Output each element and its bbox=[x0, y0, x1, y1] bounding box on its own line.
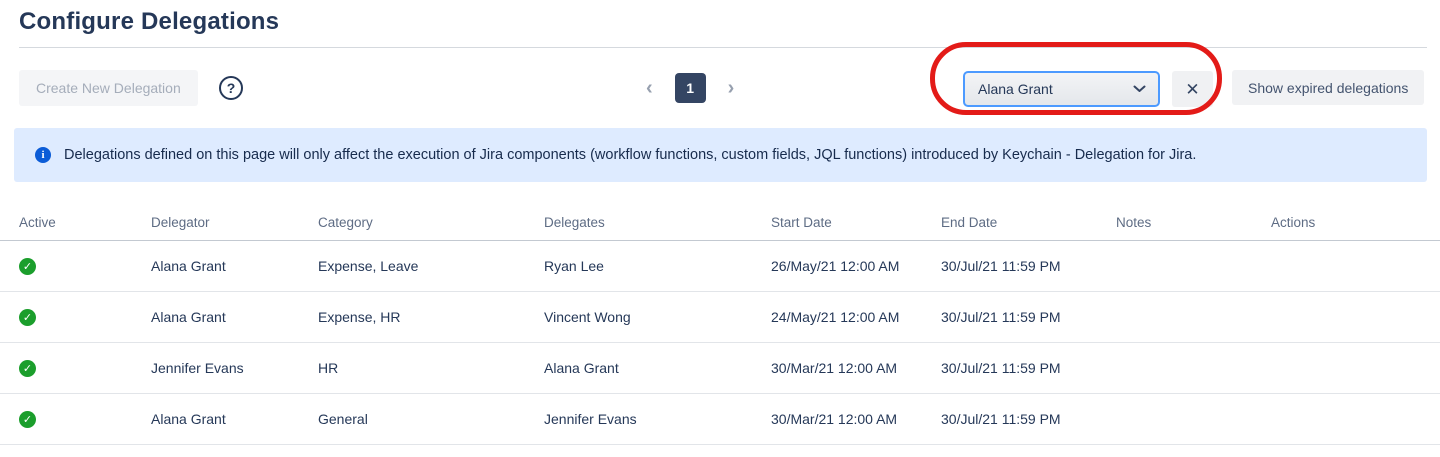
banner-text: Delegations defined on this page will on… bbox=[64, 147, 1196, 163]
delegator-cell: Alana Grant bbox=[151, 241, 318, 292]
table-row: ✓ Alana Grant Expense, HR Vincent Wong 2… bbox=[0, 292, 1440, 343]
help-icon[interactable]: ? bbox=[219, 76, 243, 100]
title-divider bbox=[19, 47, 1427, 48]
end-date-cell: 30/Jul/21 11:59 PM bbox=[941, 292, 1116, 343]
page-title: Configure Delegations bbox=[19, 8, 279, 36]
prev-page-icon[interactable]: ‹ bbox=[640, 78, 659, 98]
start-date-cell: 24/May/21 12:00 AM bbox=[771, 292, 941, 343]
pagination: ‹ 1 › bbox=[640, 70, 740, 106]
end-date-cell: 30/Jul/21 11:59 PM bbox=[941, 343, 1116, 394]
column-header-notes: Notes bbox=[1116, 205, 1271, 241]
table-row: ✓ Jennifer Evans HR Alana Grant 30/Mar/2… bbox=[0, 343, 1440, 394]
delegations-table: Active Delegator Category Delegates Star… bbox=[0, 205, 1440, 445]
column-header-actions: Actions bbox=[1271, 205, 1440, 241]
category-cell: Expense, Leave bbox=[318, 241, 544, 292]
column-header-end-date: End Date bbox=[941, 205, 1116, 241]
close-icon: ✕ bbox=[1185, 81, 1199, 98]
delegator-cell: Alana Grant bbox=[151, 394, 318, 445]
category-cell: General bbox=[318, 394, 544, 445]
column-header-start-date: Start Date bbox=[771, 205, 941, 241]
end-date-cell: 30/Jul/21 11:59 PM bbox=[941, 241, 1116, 292]
delegator-filter-select[interactable]: Alana Grant bbox=[963, 71, 1160, 107]
active-check-icon: ✓ bbox=[19, 360, 36, 377]
current-page-button[interactable]: 1 bbox=[675, 73, 706, 103]
info-icon-glyph: i bbox=[41, 149, 44, 161]
clear-filter-button[interactable]: ✕ bbox=[1172, 71, 1213, 107]
actions-cell bbox=[1271, 343, 1440, 394]
start-date-cell: 30/Mar/21 12:00 AM bbox=[771, 343, 941, 394]
column-header-active: Active bbox=[0, 205, 151, 241]
start-date-cell: 26/May/21 12:00 AM bbox=[771, 241, 941, 292]
delegates-cell: Jennifer Evans bbox=[544, 394, 771, 445]
info-banner: i Delegations defined on this page will … bbox=[14, 128, 1427, 182]
active-check-icon: ✓ bbox=[19, 411, 36, 428]
category-cell: HR bbox=[318, 343, 544, 394]
delegates-cell: Vincent Wong bbox=[544, 292, 771, 343]
create-new-delegation-button[interactable]: Create New Delegation bbox=[19, 70, 198, 106]
column-header-delegates: Delegates bbox=[544, 205, 771, 241]
info-icon: i bbox=[35, 147, 51, 163]
configure-delegations-page: Configure Delegations Create New Delegat… bbox=[0, 0, 1440, 457]
column-header-delegator: Delegator bbox=[151, 205, 318, 241]
chevron-down-icon bbox=[1133, 85, 1146, 93]
notes-cell bbox=[1116, 343, 1271, 394]
category-cell: Expense, HR bbox=[318, 292, 544, 343]
table-row: ✓ Alana Grant General Jennifer Evans 30/… bbox=[0, 394, 1440, 445]
column-header-category: Category bbox=[318, 205, 544, 241]
help-icon-glyph: ? bbox=[227, 80, 236, 96]
delegates-cell: Ryan Lee bbox=[544, 241, 771, 292]
table-row: ✓ Alana Grant Expense, Leave Ryan Lee 26… bbox=[0, 241, 1440, 292]
active-check-icon: ✓ bbox=[19, 258, 36, 275]
actions-cell bbox=[1271, 241, 1440, 292]
actions-cell bbox=[1271, 394, 1440, 445]
next-page-icon[interactable]: › bbox=[722, 78, 741, 98]
notes-cell bbox=[1116, 292, 1271, 343]
actions-cell bbox=[1271, 292, 1440, 343]
delegator-cell: Jennifer Evans bbox=[151, 343, 318, 394]
notes-cell bbox=[1116, 241, 1271, 292]
delegator-cell: Alana Grant bbox=[151, 292, 318, 343]
active-check-icon: ✓ bbox=[19, 309, 36, 326]
notes-cell bbox=[1116, 394, 1271, 445]
show-expired-delegations-button[interactable]: Show expired delegations bbox=[1232, 70, 1424, 105]
start-date-cell: 30/Mar/21 12:00 AM bbox=[771, 394, 941, 445]
end-date-cell: 30/Jul/21 11:59 PM bbox=[941, 394, 1116, 445]
delegator-filter-value: Alana Grant bbox=[978, 81, 1053, 97]
table-header-row: Active Delegator Category Delegates Star… bbox=[0, 205, 1440, 241]
delegates-cell: Alana Grant bbox=[544, 343, 771, 394]
